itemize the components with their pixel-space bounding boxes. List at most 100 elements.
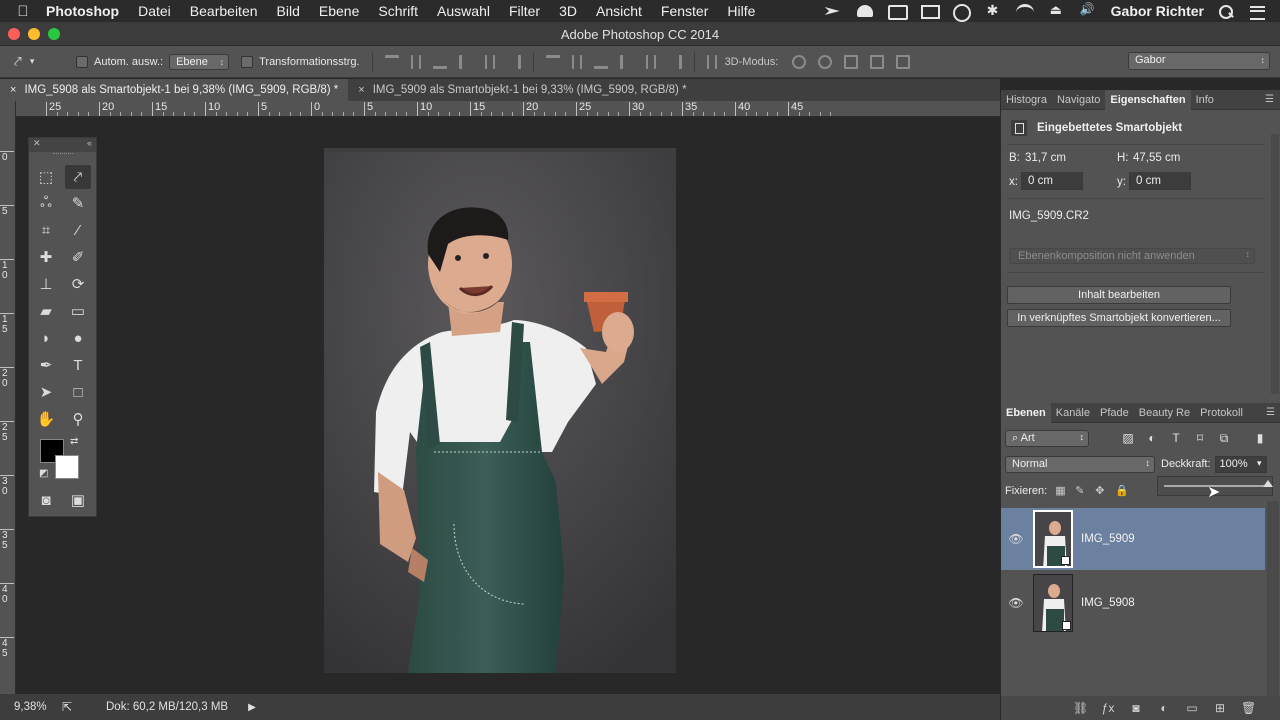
x-field[interactable]: 0 cm: [1021, 172, 1083, 190]
adjustment-layer-icon[interactable]: ◐: [1157, 701, 1171, 715]
auto-select-checkbox[interactable]: [76, 55, 88, 68]
path-select-tool-icon[interactable]: ➤: [33, 380, 59, 404]
lock-position-icon[interactable]: ✥: [1095, 485, 1107, 497]
convert-linked-button[interactable]: In verknüpftes Smartobjekt konvertieren.…: [1007, 309, 1231, 327]
crop-tool-icon[interactable]: ⌗: [33, 218, 59, 242]
opacity-slider-thumb[interactable]: [1263, 480, 1273, 487]
status-arrow-icon[interactable]: [823, 4, 843, 18]
airplay-icon[interactable]: [919, 4, 940, 19]
align-bottom-icon[interactable]: [432, 55, 447, 69]
menu-ebene[interactable]: Ebene: [319, 3, 359, 19]
workspace-dropdown[interactable]: Gabor: [1128, 52, 1270, 70]
layer-name[interactable]: IMG_5908: [1081, 597, 1135, 609]
distribute-vcenter-icon[interactable]: [571, 54, 582, 69]
filter-smartobject-icon[interactable]: ⧉: [1217, 431, 1231, 445]
3d-scale-icon[interactable]: [896, 54, 911, 69]
history-brush-tool-icon[interactable]: ⟳: [65, 272, 91, 296]
tab-history[interactable]: Protokoll: [1195, 407, 1248, 419]
panel-menu-icon[interactable]: ☰: [1266, 407, 1275, 418]
status-hat-icon[interactable]: [855, 4, 875, 18]
eject-icon[interactable]: [1047, 2, 1067, 18]
layer-row-img-5909[interactable]: 👁 IMG_5909: [1001, 508, 1265, 570]
panel-menu-icon[interactable]: ☰: [1265, 94, 1274, 105]
time-machine-icon[interactable]: [951, 4, 971, 22]
align-vcenter-icon[interactable]: [410, 54, 421, 69]
menu-fenster[interactable]: Fenster: [661, 3, 708, 19]
trash-icon[interactable]: 🗑: [1241, 701, 1256, 715]
distribute-bottom-icon[interactable]: [593, 55, 608, 69]
3d-roll-icon[interactable]: [818, 54, 833, 69]
background-color-swatch[interactable]: [55, 455, 79, 479]
link-layers-icon[interactable]: ⛓: [1073, 701, 1088, 715]
distribute-hcenter-icon[interactable]: [645, 54, 656, 69]
tab-beauty-retouch[interactable]: Beauty Re: [1134, 407, 1195, 419]
layers-scrollbar[interactable]: [1267, 501, 1279, 697]
tab-info[interactable]: Info: [1191, 94, 1219, 106]
quick-mask-icon[interactable]: ◙: [33, 488, 59, 512]
menu-datei[interactable]: Datei: [138, 3, 171, 19]
screen-mode-icon[interactable]: ▣: [65, 488, 91, 512]
export-icon[interactable]: ⇱: [62, 700, 92, 714]
menu-ansicht[interactable]: Ansicht: [596, 3, 642, 19]
transform-controls-checkbox[interactable]: [241, 55, 254, 68]
wifi-icon[interactable]: [1015, 4, 1035, 18]
layer-thumbnail[interactable]: [1033, 574, 1073, 632]
menu-auswahl[interactable]: Auswahl: [437, 3, 490, 19]
panel-grip[interactable]: [53, 153, 73, 155]
new-layer-icon[interactable]: ⊞: [1213, 701, 1227, 715]
menu-schrift[interactable]: Schrift: [378, 3, 418, 19]
tool-preset-picker[interactable]: ⤤ ▾: [14, 50, 76, 74]
marquee-tool-icon[interactable]: ⬚: [33, 165, 59, 189]
default-colors-icon[interactable]: ◩: [39, 468, 48, 479]
new-group-icon[interactable]: ▭: [1185, 701, 1199, 715]
align-hcenter-icon[interactable]: [484, 54, 495, 69]
lock-all-icon[interactable]: 🔒: [1115, 485, 1129, 497]
align-left-icon[interactable]: [458, 54, 473, 69]
3d-rotate-icon[interactable]: [792, 54, 807, 69]
zoom-level[interactable]: 9,38%: [14, 701, 62, 713]
layer-filter-dropdown[interactable]: ⌕ Art: [1005, 429, 1089, 447]
align-right-icon[interactable]: [507, 54, 521, 69]
y-field[interactable]: 0 cm: [1129, 172, 1191, 190]
distribute-top-icon[interactable]: [545, 54, 560, 69]
horizontal-ruler[interactable]: 25 20 15 10 5 0 5 10 15 20 25 30 35 40 45: [16, 101, 1000, 117]
volume-icon[interactable]: [1079, 2, 1099, 18]
3d-slide-icon[interactable]: [870, 54, 885, 69]
layer-effects-icon[interactable]: ƒx: [1101, 701, 1115, 715]
auto-align-icon[interactable]: [706, 54, 717, 69]
eraser-tool-icon[interactable]: ▰: [33, 299, 59, 323]
filter-shape-icon[interactable]: ⌑: [1193, 431, 1207, 445]
lock-transparency-icon[interactable]: ▦: [1055, 485, 1067, 497]
layer-row-img-5908[interactable]: 👁 IMG_5908: [1001, 572, 1265, 634]
distribute-right-icon[interactable]: [668, 54, 682, 69]
document-image[interactable]: [324, 148, 676, 673]
tab-histogram[interactable]: Histogra: [1001, 94, 1052, 106]
spotlight-search-icon[interactable]: [1216, 4, 1236, 19]
menu-bild[interactable]: Bild: [277, 3, 300, 19]
menu-hilfe[interactable]: Hilfe: [727, 3, 755, 19]
type-tool-icon[interactable]: T: [65, 353, 91, 377]
gradient-tool-icon[interactable]: ▭: [65, 299, 91, 323]
tab-navigator[interactable]: Navigato: [1052, 94, 1105, 106]
status-menu-arrow-icon[interactable]: ▶: [248, 702, 256, 713]
layer-comp-dropdown[interactable]: Ebenenkomposition nicht anwenden: [1009, 248, 1255, 264]
menu-3d[interactable]: 3D: [559, 3, 577, 19]
filter-toggle-icon[interactable]: ▮: [1253, 431, 1267, 445]
menu-bearbeiten[interactable]: Bearbeiten: [190, 3, 258, 19]
close-panel-icon[interactable]: ✕: [33, 138, 41, 152]
notification-list-icon[interactable]: [1248, 4, 1268, 20]
bluetooth-icon[interactable]: [983, 2, 1003, 19]
healing-brush-tool-icon[interactable]: ✚: [33, 245, 59, 269]
lock-paint-icon[interactable]: ✎: [1075, 485, 1087, 497]
layer-name[interactable]: IMG_5909: [1081, 533, 1135, 545]
layer-thumbnail[interactable]: [1033, 510, 1073, 568]
filter-type-icon[interactable]: T: [1169, 431, 1183, 445]
properties-scrollbar[interactable]: [1271, 134, 1279, 394]
quick-select-tool-icon[interactable]: ✎: [65, 191, 91, 215]
vertical-ruler[interactable]: 0 5 1 0 1 5 2 0 2 5 3 0 3 5 4 0 4 5: [0, 101, 16, 694]
zoom-tool-icon[interactable]: ⚲: [65, 407, 91, 431]
tab-paths[interactable]: Pfade: [1095, 407, 1134, 419]
width-value[interactable]: 31,7 cm: [1025, 152, 1066, 164]
tab-img-5909[interactable]: × IMG_5909 als Smartobjekt-1 bei 9,33% (…: [348, 79, 696, 101]
hand-tool-icon[interactable]: ✋: [33, 407, 59, 431]
